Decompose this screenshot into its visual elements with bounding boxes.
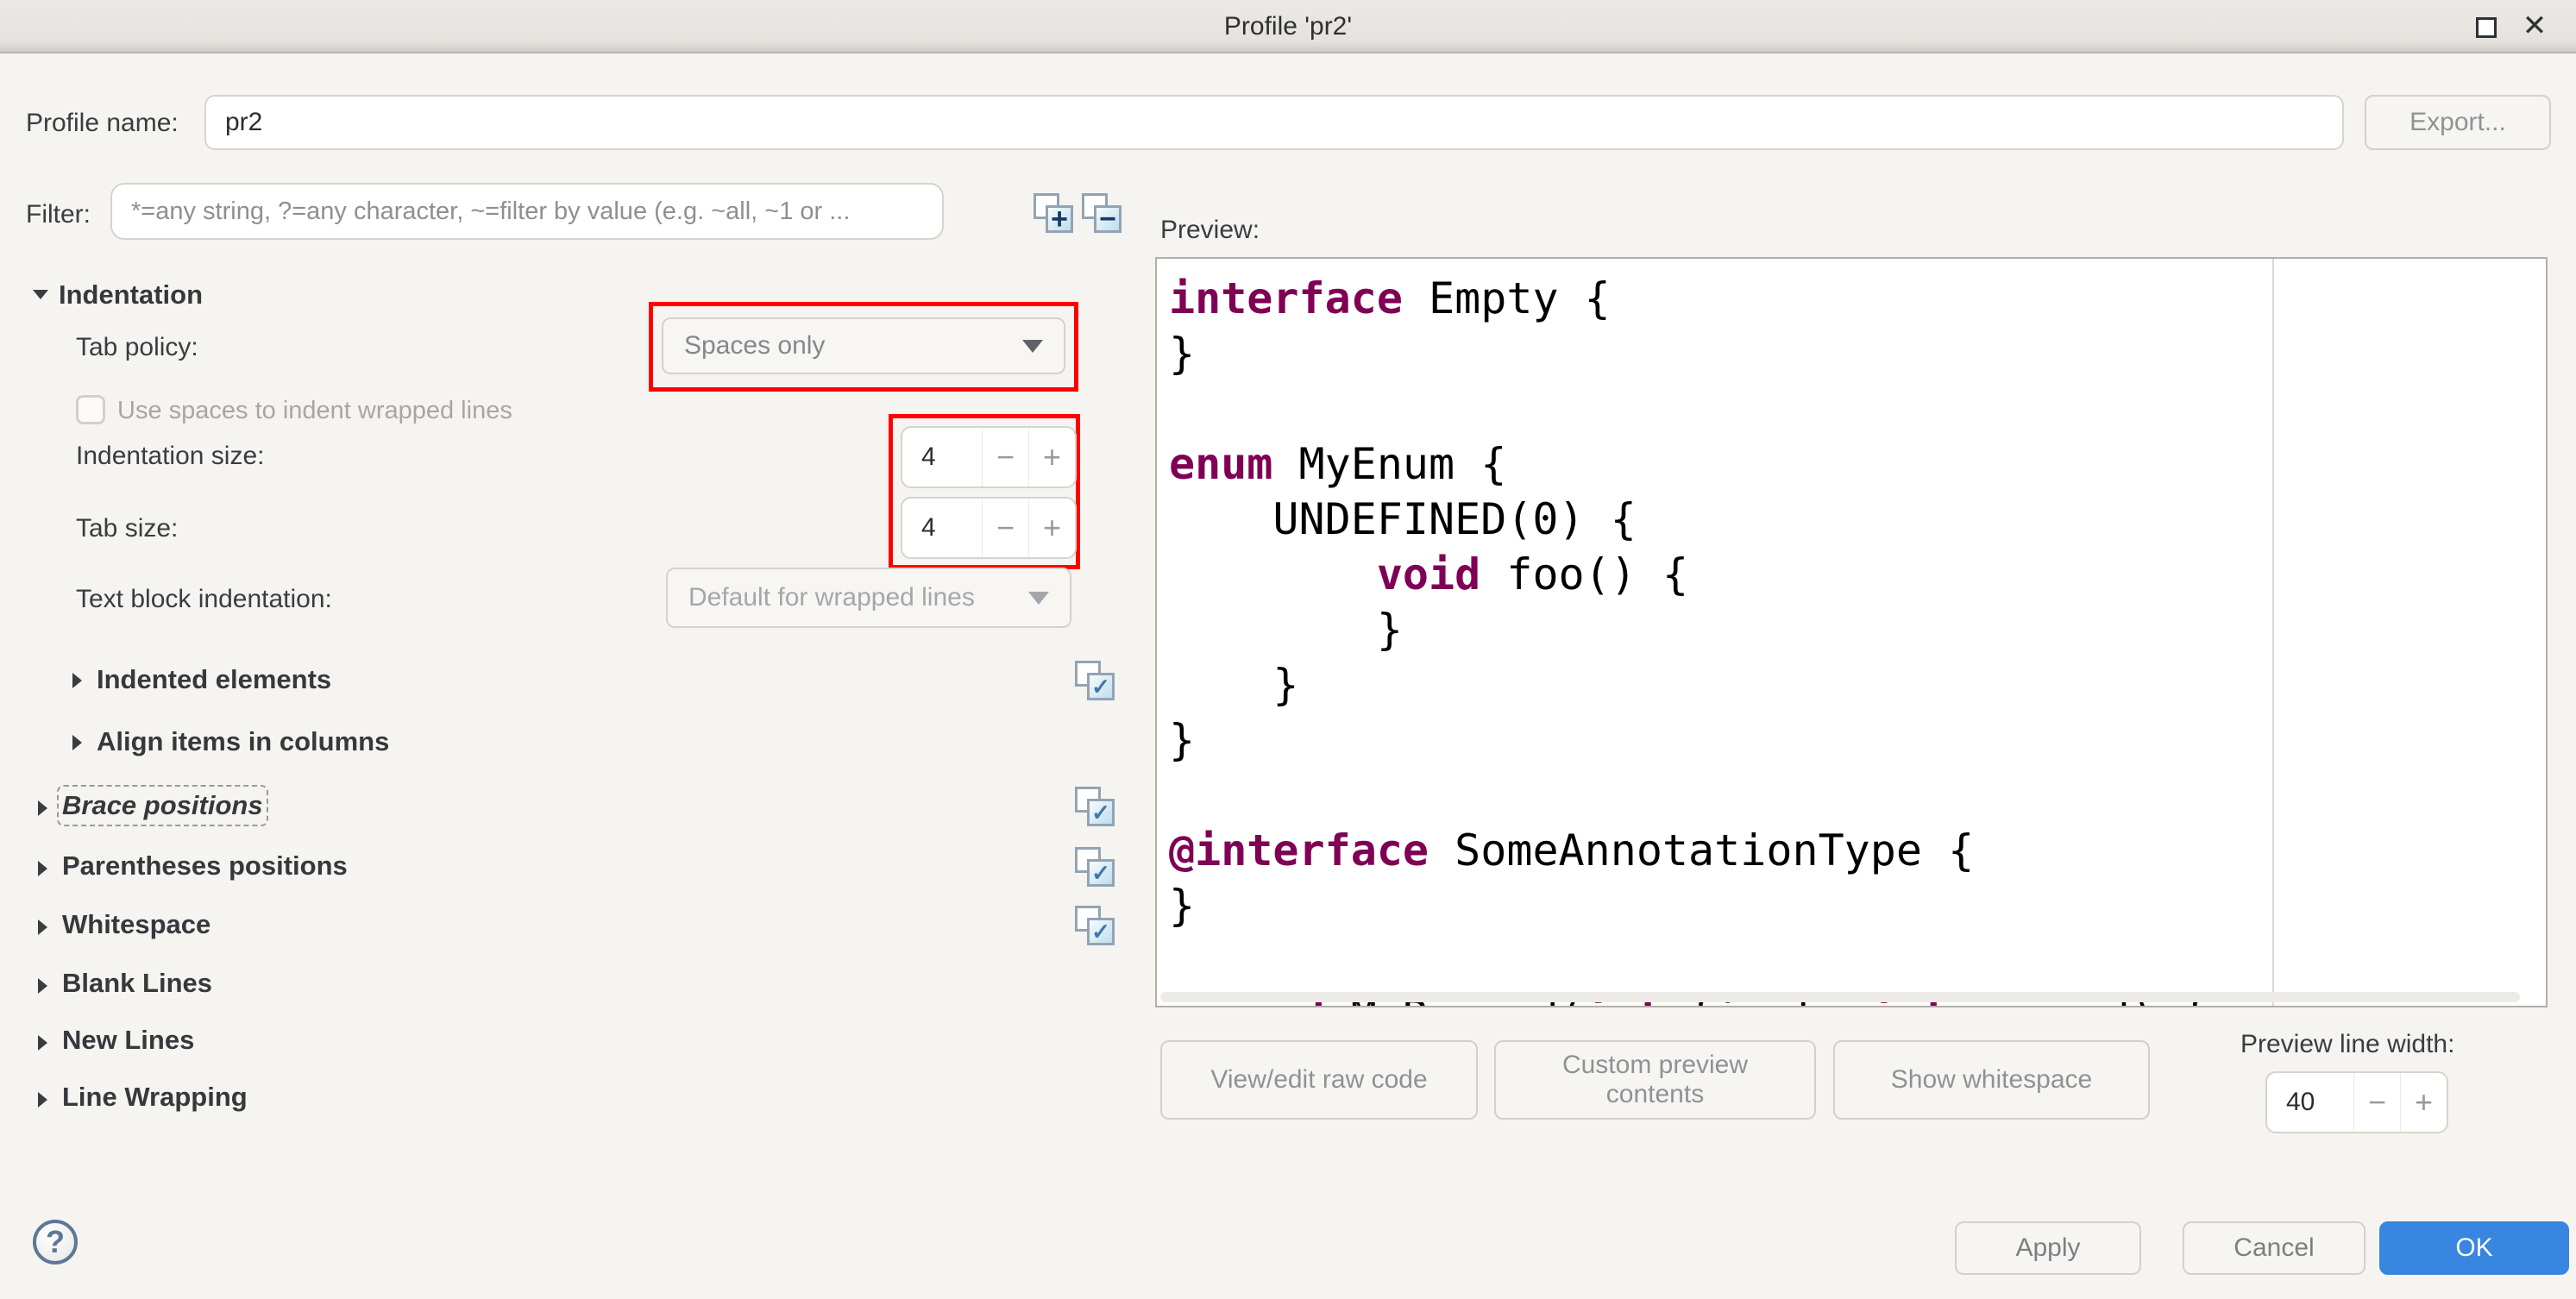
modify-all-check-icon[interactable]: ✓ xyxy=(1075,661,1115,700)
minus-icon[interactable]: − xyxy=(982,499,1028,557)
modify-all-check-icon[interactable]: ✓ xyxy=(1075,847,1115,887)
tab-size-stepper[interactable]: 4 − + xyxy=(901,497,1077,559)
indentation-size-stepper[interactable]: 4 − + xyxy=(901,426,1077,488)
modify-all-check-icon[interactable]: ✓ xyxy=(1075,906,1115,945)
collapsed-arrow-icon[interactable] xyxy=(38,978,47,994)
chevron-down-icon xyxy=(1022,340,1043,353)
export-button[interactable]: Export... xyxy=(2365,95,2551,150)
plus-icon[interactable]: + xyxy=(1028,499,1075,557)
indentation-size-label: Indentation size: xyxy=(76,442,264,471)
collapsed-arrow-icon[interactable] xyxy=(72,673,82,688)
show-whitespace-button[interactable]: Show whitespace xyxy=(1833,1040,2150,1120)
code-line: enum MyEnum { xyxy=(1169,436,2546,492)
code-line: } xyxy=(1169,326,2546,381)
tree-item-parentheses-positions[interactable]: Parentheses positions xyxy=(62,850,348,882)
plus-icon[interactable]: + xyxy=(2400,1073,2447,1132)
code-line: interface Empty { xyxy=(1169,271,2546,326)
tab-size-label: Tab size: xyxy=(76,514,178,543)
apply-button[interactable]: Apply xyxy=(1955,1221,2141,1275)
tab-policy-label: Tab policy: xyxy=(76,333,198,362)
profile-dialog: { "window": { "title": "Profile 'pr2'", … xyxy=(0,0,2576,1299)
horizontal-scrollbar[interactable] xyxy=(1160,992,2520,1002)
minus-icon[interactable]: − xyxy=(982,428,1028,486)
code-line: } xyxy=(1169,712,2546,768)
code-line: } xyxy=(1169,602,2546,657)
preview-line-width-stepper[interactable]: 40 − + xyxy=(2265,1071,2448,1133)
preview-code: interface Empty {} enum MyEnum { UNDEFIN… xyxy=(1169,271,2546,1007)
tree-item-align-items[interactable]: Align items in columns xyxy=(97,726,389,757)
titlebar: Profile 'pr2' ✕ xyxy=(0,0,2576,53)
ok-button[interactable]: OK xyxy=(2379,1221,2569,1275)
tree-item-new-lines[interactable]: New Lines xyxy=(62,1025,194,1056)
collapsed-arrow-icon[interactable] xyxy=(38,800,47,816)
tree-item-indented-elements[interactable]: Indented elements xyxy=(97,664,331,695)
code-line xyxy=(1169,381,2546,436)
filter-label: Filter: xyxy=(26,200,91,229)
expanded-arrow-icon[interactable] xyxy=(33,290,48,299)
preview-code-area[interactable]: interface Empty {} enum MyEnum { UNDEFIN… xyxy=(1155,257,2548,1007)
tab-policy-dropdown[interactable]: Spaces only xyxy=(662,317,1065,374)
tree-item-whitespace[interactable]: Whitespace xyxy=(62,909,210,940)
collapse-all-icon[interactable]: − xyxy=(1082,193,1122,233)
minus-icon[interactable]: − xyxy=(2353,1073,2400,1132)
use-spaces-checkbox[interactable] xyxy=(76,395,105,424)
window-title: Profile 'pr2' xyxy=(0,12,2576,41)
profile-name-input[interactable] xyxy=(204,95,2344,150)
cancel-button[interactable]: Cancel xyxy=(2183,1221,2366,1275)
collapsed-arrow-icon[interactable] xyxy=(38,861,47,876)
filter-input[interactable] xyxy=(110,183,944,240)
custom-preview-contents-button[interactable]: Custom preview contents xyxy=(1494,1040,1816,1120)
text-block-indentation-dropdown[interactable]: Default for wrapped lines xyxy=(666,568,1071,628)
preview-label: Preview: xyxy=(1160,216,1260,245)
code-line xyxy=(1169,933,2546,988)
code-line: } xyxy=(1169,657,2546,712)
close-icon[interactable]: ✕ xyxy=(2517,9,2552,43)
code-line: void foo() { xyxy=(1169,547,2546,602)
tree-item-blank-lines[interactable]: Blank Lines xyxy=(62,968,212,999)
use-spaces-label: Use spaces to indent wrapped lines xyxy=(117,397,512,425)
tree-item-indentation[interactable]: Indentation xyxy=(59,279,203,311)
tree-item-line-wrapping[interactable]: Line Wrapping xyxy=(62,1082,248,1113)
restore-icon[interactable] xyxy=(2476,17,2497,38)
collapsed-arrow-icon[interactable] xyxy=(38,919,47,935)
view-edit-raw-code-button[interactable]: View/edit raw code xyxy=(1160,1040,1478,1120)
expand-all-icon[interactable]: + xyxy=(1034,193,1073,233)
collapsed-arrow-icon[interactable] xyxy=(72,735,82,750)
collapsed-arrow-icon[interactable] xyxy=(38,1035,47,1051)
text-block-indentation-label: Text block indentation: xyxy=(76,585,332,614)
code-line: } xyxy=(1169,878,2546,933)
modify-all-check-icon[interactable]: ✓ xyxy=(1075,787,1115,826)
code-line: @interface SomeAnnotationType { xyxy=(1169,823,2546,878)
code-line: UNDEFINED(0) { xyxy=(1169,492,2546,547)
tree-item-brace-positions[interactable]: Brace positions xyxy=(62,790,263,821)
code-line xyxy=(1169,768,2546,823)
chevron-down-icon xyxy=(1028,592,1049,605)
preview-line-width-label: Preview line width: xyxy=(2240,1030,2454,1059)
collapsed-arrow-icon[interactable] xyxy=(38,1092,47,1108)
plus-icon[interactable]: + xyxy=(1028,428,1075,486)
help-icon[interactable]: ? xyxy=(33,1220,78,1264)
profile-name-label: Profile name: xyxy=(26,109,179,138)
